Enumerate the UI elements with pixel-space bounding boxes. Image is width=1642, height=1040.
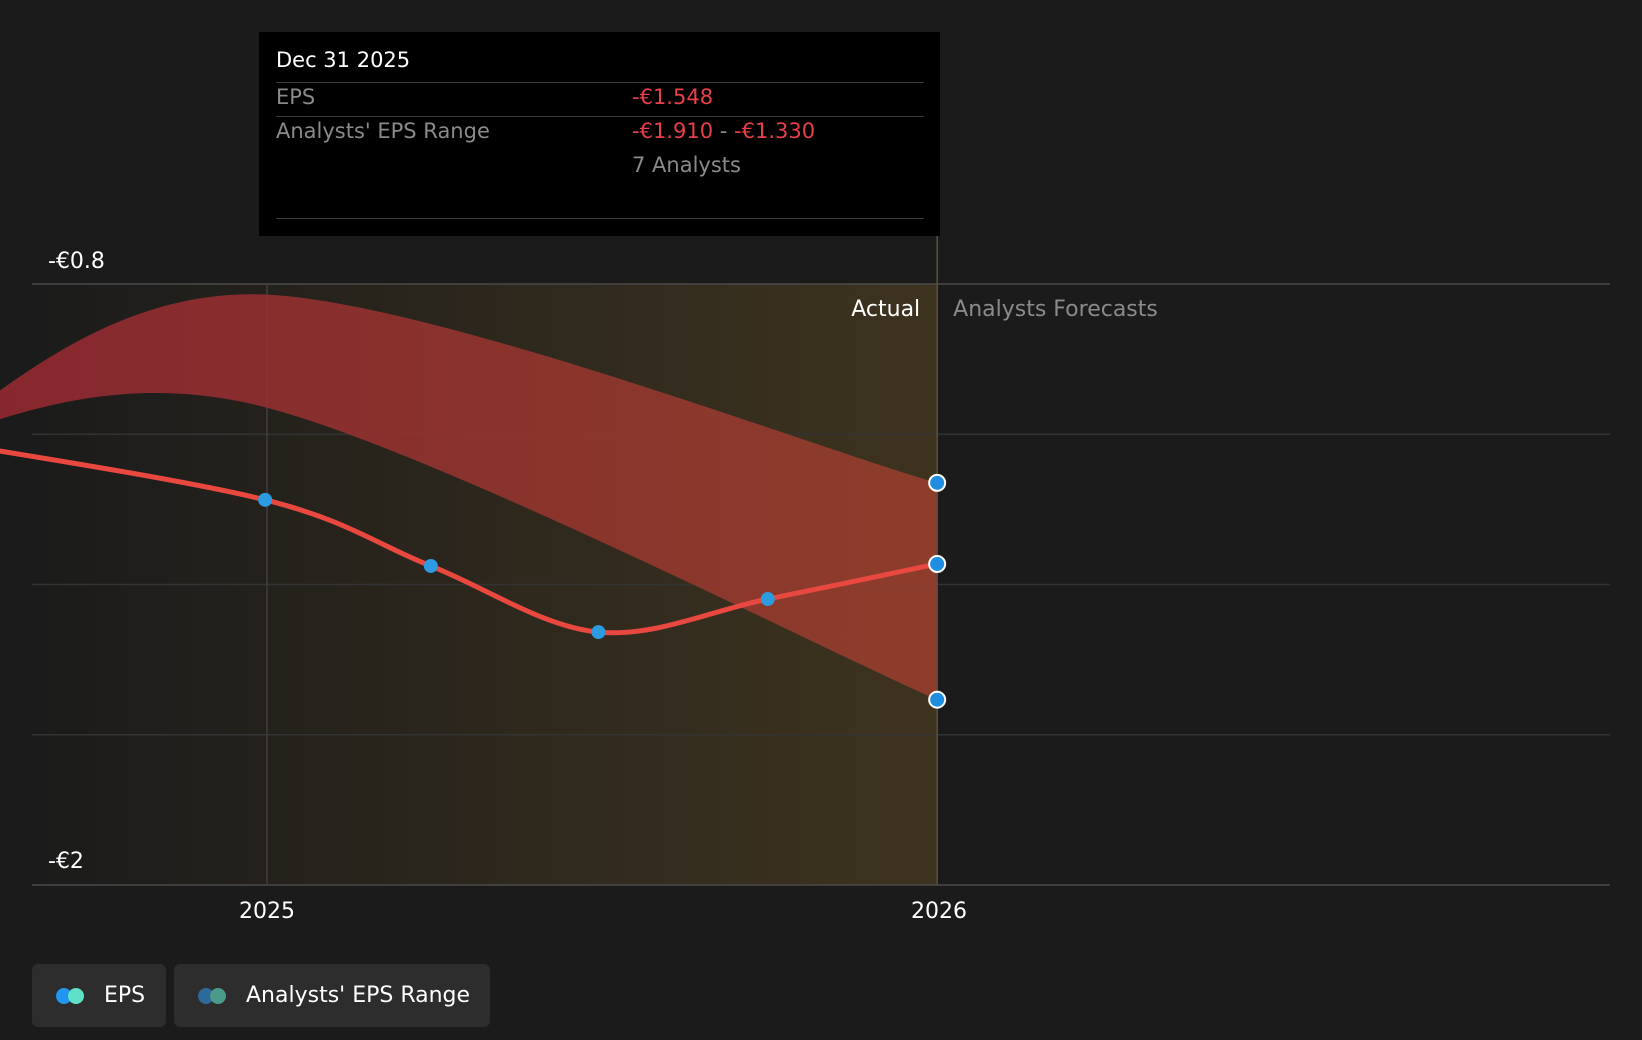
eps-point <box>928 554 947 573</box>
tooltip-range-separator: - <box>719 119 728 143</box>
range-high-point <box>928 473 947 492</box>
legend-item-range[interactable]: Analysts' EPS Range <box>174 964 490 1027</box>
eps-point <box>423 558 438 573</box>
tooltip: Dec 31 2025 EPS -€1.548 Analysts' EPS Ra… <box>259 32 940 236</box>
legend-label-eps: EPS <box>104 983 146 1008</box>
legend-label-range: Analysts' EPS Range <box>246 983 471 1008</box>
tooltip-range-high: -€1.330 <box>734 119 816 143</box>
eps-point <box>760 592 775 607</box>
forecast-label: Analysts Forecasts <box>953 297 1158 322</box>
range-legend-icon <box>198 987 230 1005</box>
legend-item-eps[interactable]: EPS <box>32 964 166 1027</box>
tooltip-range-low: -€1.910 <box>632 119 714 143</box>
eps-legend-icon <box>56 987 88 1005</box>
tooltip-divider <box>276 116 924 117</box>
x-tick-label: 2025 <box>239 899 295 924</box>
legend-dot <box>210 987 226 1004</box>
tooltip-divider <box>276 82 924 83</box>
actual-label: Actual <box>851 297 920 322</box>
tooltip-eps-value: -€1.548 <box>632 85 714 109</box>
legend-dot <box>68 987 84 1004</box>
range-low-point <box>928 690 947 709</box>
tooltip-range-label: Analysts' EPS Range <box>276 119 490 143</box>
eps-point <box>258 492 273 507</box>
tooltip-analysts-count: 7 Analysts <box>632 153 741 177</box>
tooltip-range-value: -€1.910 - -€1.330 <box>632 119 815 143</box>
y-tick-label: -€2 <box>48 849 84 874</box>
tooltip-divider <box>276 218 924 219</box>
tooltip-date: Dec 31 2025 <box>276 48 411 72</box>
x-tick-label: 2026 <box>911 899 967 924</box>
tooltip-eps-label: EPS <box>276 85 316 109</box>
eps-point <box>591 625 606 640</box>
y-tick-label: -€0.8 <box>48 249 105 274</box>
